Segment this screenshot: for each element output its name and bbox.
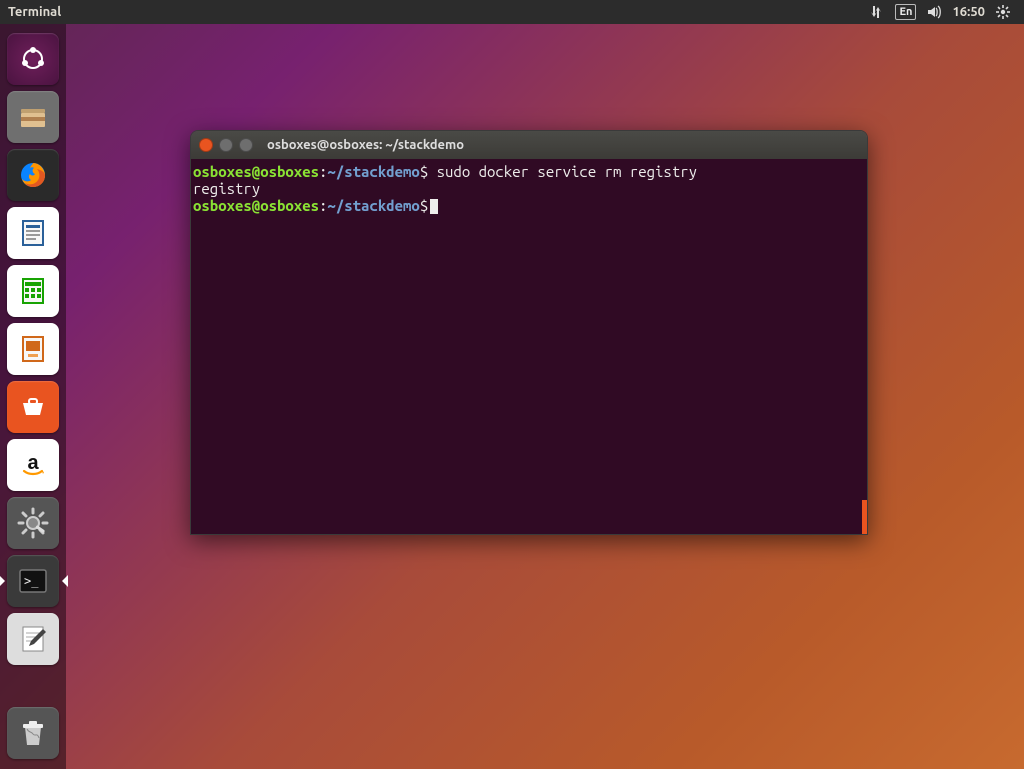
launcher-writer-icon[interactable] [7,207,59,259]
window-title: osboxes@osboxes: ~/stackdemo [267,138,464,152]
clock-label[interactable]: 16:50 [952,0,985,24]
command-text: sudo docker service rm registry [428,163,697,180]
prompt-symbol: $ [420,197,428,214]
prompt-symbol: $ [420,163,428,180]
volume-icon[interactable] [926,0,942,24]
launcher-trash-icon[interactable] [7,707,59,759]
window-close-icon[interactable] [199,138,213,152]
active-app-label: Terminal [8,5,61,19]
launcher-settings-icon[interactable] [7,497,59,549]
launcher-files-icon[interactable] [7,91,59,143]
launcher: a >_ [0,24,66,769]
top-panel: Terminal En 16:50 [0,0,1024,24]
svg-text:>_: >_ [24,574,39,588]
keyboard-layout-icon[interactable]: En [895,0,916,24]
window-maximize-icon[interactable] [239,138,253,152]
launcher-terminal-icon[interactable]: >_ [7,555,59,607]
launcher-software-icon[interactable] [7,381,59,433]
launcher-impress-icon[interactable] [7,323,59,375]
prompt-user: osboxes@osboxes [193,163,319,180]
prompt-path: ~/stackdemo [327,163,419,180]
terminal-window[interactable]: osboxes@osboxes: ~/stackdemo osboxes@osb… [190,130,868,535]
keyboard-layout-label: En [895,4,916,20]
output-line: registry [193,180,260,197]
launcher-firefox-icon[interactable] [7,149,59,201]
launcher-gedit-icon[interactable] [7,613,59,665]
svg-text:a: a [27,452,39,474]
window-minimize-icon[interactable] [219,138,233,152]
scrollbar-indicator[interactable] [862,500,867,534]
prompt-path: ~/stackdemo [327,197,419,214]
gear-icon[interactable] [995,0,1011,24]
window-titlebar[interactable]: osboxes@osboxes: ~/stackdemo [191,131,867,159]
launcher-calc-icon[interactable] [7,265,59,317]
launcher-amazon-icon[interactable]: a [7,439,59,491]
prompt-user: osboxes@osboxes [193,197,319,214]
terminal-cursor [430,199,438,214]
network-icon[interactable] [869,0,885,24]
terminal-body[interactable]: osboxes@osboxes:~/stackdemo$ sudo docker… [191,159,867,534]
launcher-dash-icon[interactable] [7,33,59,85]
